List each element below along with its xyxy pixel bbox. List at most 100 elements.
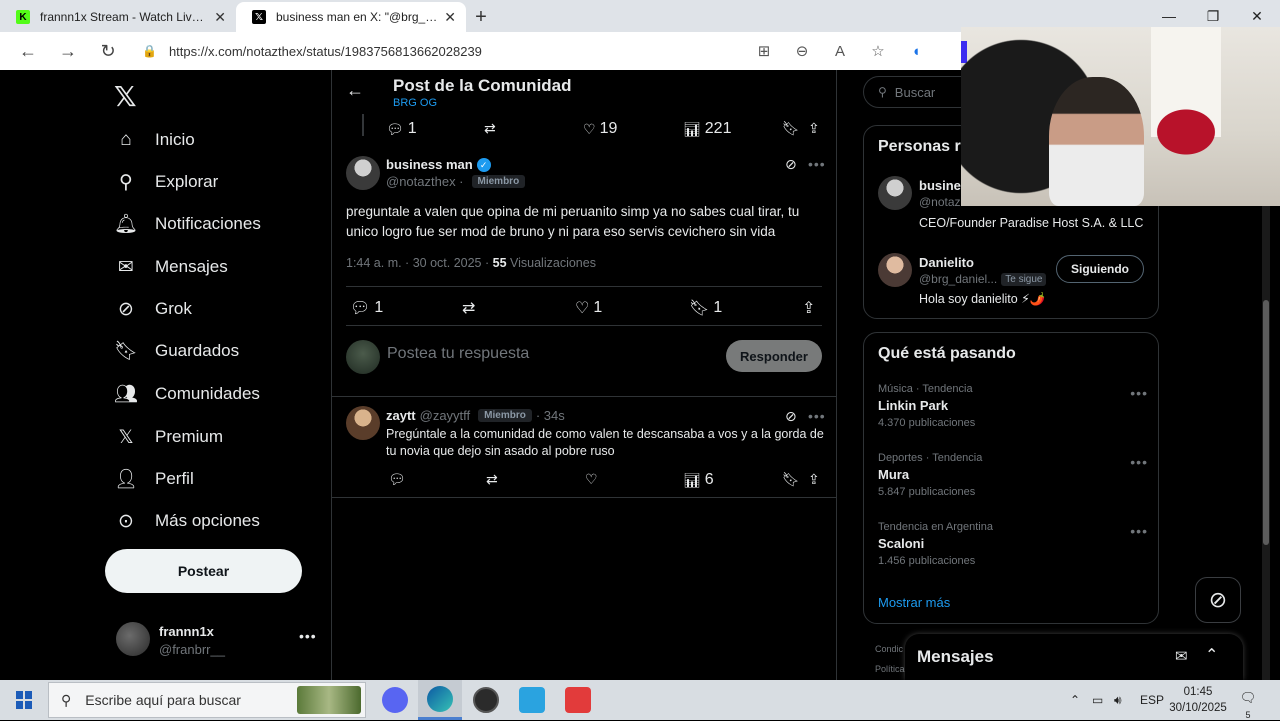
bookmark-action[interactable]: 🔖︎ [782,120,800,137]
network-icon[interactable]: ▭ [1092,680,1103,720]
nav-item-premium[interactable]: 𝕏 Premium [114,417,223,457]
read-aloud-icon[interactable]: A [821,43,859,60]
back-icon[interactable]: ← [8,32,48,70]
views-action[interactable]: 📊︎ 221 [683,120,731,138]
share-action[interactable]: ⇪ [802,298,815,318]
forward-icon[interactable]: → [48,32,88,70]
volume-icon[interactable]: 🔊︎ [1114,680,1122,720]
reply-action[interactable]: 💬︎ 1 [386,120,417,138]
more-dots-icon[interactable]: ••• [1130,385,1148,401]
grok-icon[interactable]: ⊘ [785,408,797,425]
scrollbar-thumb[interactable] [1263,300,1269,545]
avatar [878,253,912,287]
repost-action[interactable]: ⇄ [462,298,475,318]
divider [332,396,836,397]
repost-action[interactable]: ⇄ [486,471,498,488]
more-dots-icon[interactable]: ••• [1130,454,1148,470]
grok-fab-button[interactable]: ⊘ [1195,577,1241,623]
reply-button[interactable]: Responder [726,340,822,372]
account-switcher[interactable]: frannn1x @franbrr__ ••• [116,618,316,658]
nav-item-communities[interactable]: 👥︎ Comunidades [114,374,260,414]
like-action[interactable]: ♡ 1 [575,298,602,318]
comment-author[interactable]: zaytt [386,408,416,423]
grok-icon[interactable]: ⊘ [785,156,797,173]
reply-action[interactable]: 💬︎ 1 [350,298,383,318]
new-tab-button[interactable]: + [466,2,496,32]
nav-item-notifications[interactable]: 🔔︎ Notificaciones [114,204,261,244]
page-title: Post de la Comunidad [393,76,572,95]
trend-item[interactable]: Música · Tendencia Linkin Park 4.370 pub… [878,383,1148,435]
trend-item[interactable]: Deportes · Tendencia Mura 5.847 publicac… [878,452,1148,504]
community-link[interactable]: BRG OG [393,97,437,109]
nav-item-profile[interactable]: 👤︎ Perfil [114,459,194,499]
reply-input[interactable]: Postea tu respuesta [387,345,529,363]
nav-item-bookmarks[interactable]: 🔖︎ Guardados [114,331,239,371]
expand-icon[interactable]: ⌃ [1205,645,1218,665]
bookmark-action[interactable]: 🔖︎ 1 [689,298,722,318]
bookmark-action[interactable]: 🔖︎ [782,471,800,488]
more-dots-icon[interactable]: ••• [1130,523,1148,539]
discord-app-icon[interactable] [373,680,417,720]
post-time[interactable]: 1:44 a. m. · 30 oct. 2025 · [346,256,489,270]
close-icon[interactable]: ✕ [444,9,456,26]
nav-item-home[interactable]: ⌂ Inicio [114,120,194,160]
more-dots-icon[interactable]: ••• [299,628,317,644]
trend-item[interactable]: Tendencia en Argentina Scaloni 1.456 pub… [878,521,1148,573]
avatar[interactable] [346,406,380,440]
person-bio: CEO/Founder Paradise Host S.A. & LLC [919,216,1144,230]
tab-x-post[interactable]: 𝕏 business man en X: "@brg_danielit ✕ [236,2,466,32]
zoom-icon[interactable]: ⊖ [783,42,821,60]
person-item[interactable]: Danielito @brg_daniel... Te sigue Siguie… [878,253,1148,309]
close-icon[interactable]: ✕ [214,9,226,26]
comment-handle[interactable]: @zayytff [420,408,471,423]
footer-link[interactable]: Política [875,664,905,674]
x-logo-icon[interactable]: 𝕏 [114,80,137,113]
windows-start-icon[interactable] [8,688,40,712]
app-icon[interactable]: ⊞ [745,42,783,60]
views-action[interactable]: 📊︎ 6 [683,471,714,489]
share-action[interactable]: ⇪ [808,120,820,137]
new-message-icon[interactable]: ✉ [1175,647,1188,665]
obs-app-icon[interactable] [464,680,508,720]
taskbar-clock[interactable]: 01:45 30/10/2025 [1160,684,1236,716]
bookmark-icon: 🔖︎ [782,120,800,136]
show-more-link[interactable]: Mostrar más [878,595,950,610]
post-author[interactable]: business man ✓ [386,157,491,172]
clothes-pile [1141,97,1231,167]
avatar[interactable] [346,156,380,190]
repost-action[interactable]: ⇄ [484,120,496,137]
divider [332,497,836,498]
footer-link[interactable]: Condic [875,644,903,654]
favorite-star-icon[interactable]: ☆ [859,42,897,60]
nav-item-messages[interactable]: ✉ Mensajes [114,247,228,287]
comment-time[interactable]: · 34s [536,408,565,423]
like-action[interactable]: ♡ 19 [583,120,617,138]
like-action[interactable]: ♡ [585,471,598,488]
more-dots-icon[interactable]: ••• [808,156,826,172]
member-badge: Miembro [471,175,526,188]
notification-center-icon[interactable]: 🗨︎5 [1238,690,1258,720]
telegram-app-icon[interactable] [510,680,554,720]
share-action[interactable]: ⇪ [808,471,820,488]
reply-action[interactable]: 💬︎ [388,471,406,488]
nav-item-explore[interactable]: ⚲ Explorar [114,162,218,202]
edge-app-icon[interactable] [418,680,462,720]
nav-item-grok[interactable]: ⊘ Grok [114,289,192,329]
app-icon[interactable] [556,680,600,720]
post-button[interactable]: Postear [105,549,302,593]
card-title: Personas r [878,138,961,155]
more-dots-icon[interactable]: ••• [808,408,826,424]
following-button[interactable]: Siguiendo [1056,255,1144,283]
author-handle[interactable]: @notazthex · [386,174,464,189]
extension-icon[interactable]: ◖ [897,43,935,60]
taskbar-search-input[interactable]: ⚲ Escribe aquí para buscar [48,682,366,718]
trend-count: 5.847 publicaciones [878,486,976,498]
refresh-icon[interactable]: ↻ [88,32,128,70]
nav-item-more-options[interactable]: ⊙ Más opciones [114,501,260,541]
back-arrow-icon[interactable]: ← [346,80,364,101]
divider [346,325,822,326]
tab-kick-stream[interactable]: K frannn1x Stream - Watch Live on ✕ [0,2,236,32]
messages-drawer[interactable]: Mensajes ✉ ⌃ [905,634,1243,680]
tray-chevron-icon[interactable]: ⌃ [1070,680,1080,720]
person-icon: 👤︎ [114,469,139,490]
